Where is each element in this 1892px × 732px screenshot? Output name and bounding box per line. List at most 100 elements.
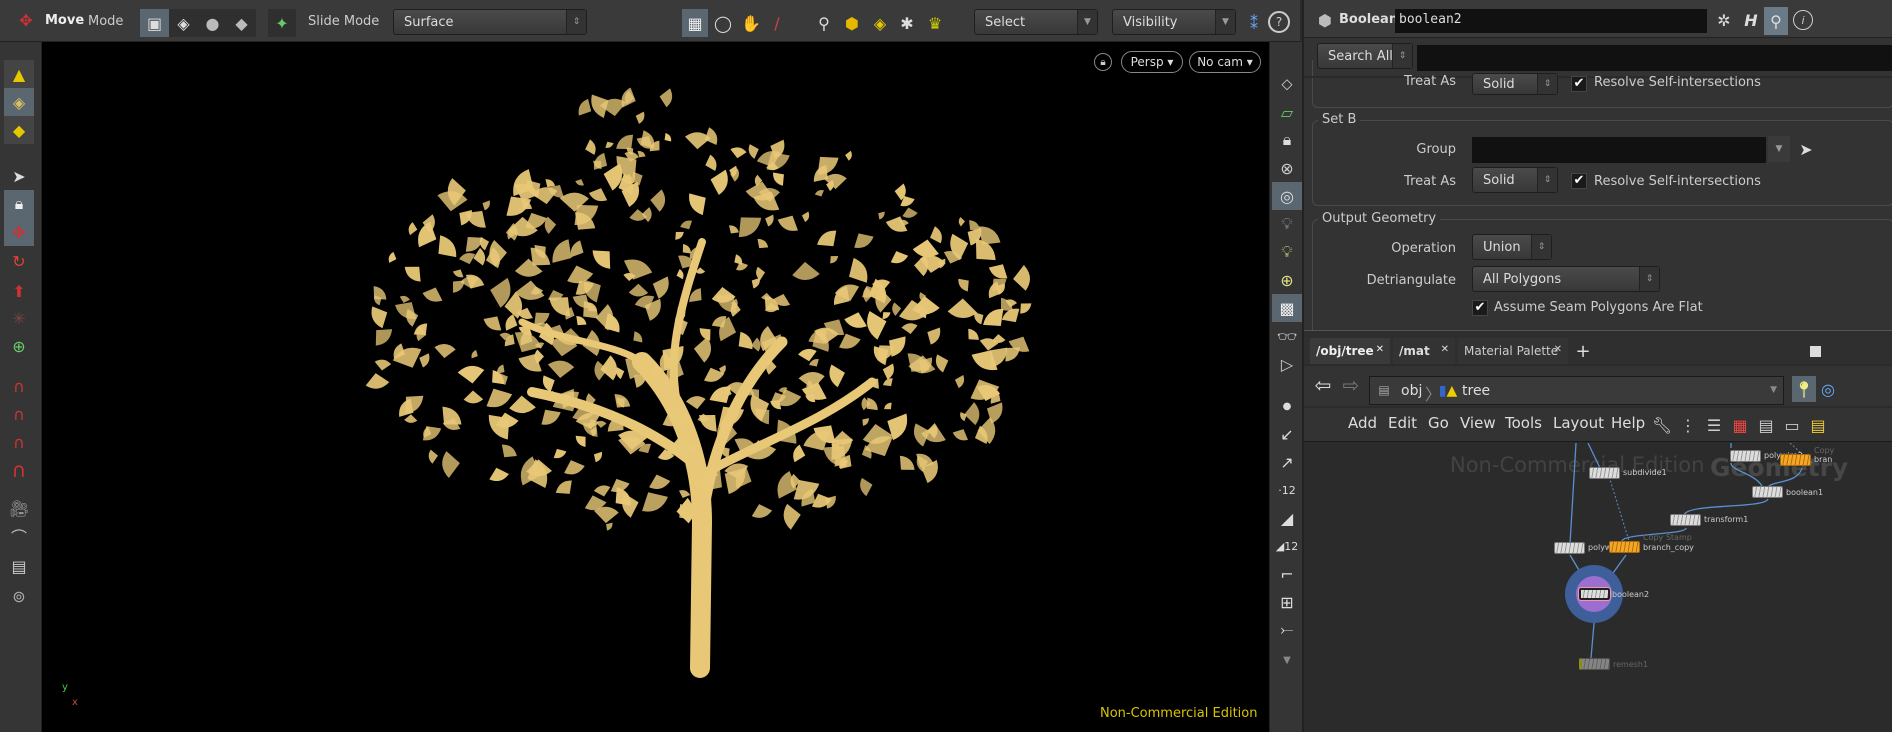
magnet-curve-icon[interactable]: ∩ [4,400,34,428]
handle-icon[interactable]: ⊕ [4,332,34,360]
point-numbers-icon[interactable]: ·12 [1272,476,1302,504]
tab-mat[interactable]: /mat ✕ [1393,338,1455,364]
sticky-note-icon[interactable]: ▤ [1808,413,1828,437]
help-icon[interactable]: ? [1268,11,1290,33]
tab-material-palette[interactable]: Material Palette ✕ [1458,338,1568,364]
select-highlight-icon[interactable]: ♛ [922,9,948,37]
node-polywire2[interactable] [1730,450,1761,462]
gear-icon[interactable]: ✲ [1712,8,1736,32]
select-arrow-icon[interactable]: ➤ [4,162,34,190]
group-input[interactable] [1472,137,1766,163]
treat-as-a-dropdown[interactable]: Solid ⇕ [1472,73,1558,95]
rotate-icon[interactable]: ↻ [4,247,34,275]
close-icon[interactable]: ✕ [1376,344,1384,355]
brush-select-icon[interactable]: ✋ [738,9,764,37]
pose-icon[interactable]: ✳ [4,304,34,332]
slide-tool-icon[interactable]: ✦ [268,9,296,37]
node-name-input[interactable]: boolean2 [1395,9,1707,33]
component-mode-icon[interactable]: ◈ [169,9,198,37]
lock-view-icon[interactable]: 🔒︎ [1272,126,1302,154]
path-obj[interactable]: obj [1401,383,1422,399]
list-view-icon[interactable]: ☰ [1704,413,1724,437]
hulls-icon[interactable]: ⌐ [1272,560,1302,588]
vectors-icon[interactable]: ⤚ [1272,616,1302,644]
resolve-b-checkbox[interactable]: ✔ [1571,173,1587,189]
construction-plane-icon[interactable]: ▱ [1272,98,1302,126]
node-subdivide1[interactable] [1589,467,1620,479]
maximize-icon[interactable] [1810,346,1821,357]
menu-view[interactable]: View [1460,414,1496,432]
display-options-icon[interactable]: ⁑ [1243,9,1265,37]
normal-light-icon[interactable]: 💡︎ [1272,238,1302,266]
node-boolean2[interactable] [1578,587,1611,601]
select-pointer-icon[interactable]: ➤ [1796,138,1816,160]
wrench-icon[interactable]: 🔧︎ [1650,413,1674,437]
shading-icon[interactable]: ◎ [1272,182,1302,210]
menu-tools[interactable]: Tools [1505,414,1542,432]
grid-icon[interactable]: ⬦ [1272,70,1302,98]
uv-icon[interactable]: ⊞ [1272,588,1302,616]
magnet-grid-icon[interactable]: ∩ [4,372,34,400]
points-icon[interactable]: ● [1272,392,1302,420]
select-contained-icon[interactable]: ◈ [868,9,892,37]
menu-edit[interactable]: Edit [1388,414,1417,432]
node-boolean1[interactable] [1752,486,1783,498]
transform-icon[interactable]: ✥ [4,218,34,246]
slide-icon[interactable]: ◆ [227,9,256,37]
prim-normals-icon[interactable]: ◢ [1272,504,1302,532]
flipbook-icon[interactable]: ⊚ [4,582,34,610]
light-off-icon[interactable]: ⊗ [1272,154,1302,182]
chevron-down-icon[interactable]: ▼ [1770,385,1777,395]
node-branch-copy[interactable] [1609,541,1640,553]
prim-numbers-icon[interactable]: ◢12 [1272,532,1302,560]
operation-dropdown[interactable]: Union ⇕ [1472,234,1552,260]
magnet-point-icon[interactable]: ∩ [4,428,34,456]
node-branch[interactable] [1780,454,1811,466]
laser-select-icon[interactable]: ∕ [766,9,788,37]
secure-select-icon[interactable]: ✱ [895,9,919,37]
forward-arrow-icon[interactable]: ⇨ [1340,372,1362,398]
tree-view-icon[interactable]: ⋮ [1678,413,1698,437]
box-select-icon[interactable]: ▦ [682,9,708,37]
headlight-icon[interactable]: 💡︎ [1272,210,1302,238]
tab-obj-tree[interactable]: /obj/tree ✕ [1310,338,1390,364]
render-icon[interactable]: ▤ [4,552,34,580]
magnet-icon[interactable]: ∩ [4,456,34,484]
group-dropdown-button[interactable]: ▼ [1768,136,1790,162]
stereo-icon[interactable]: 👓︎ [1272,322,1302,350]
shaded-mode-icon[interactable]: ▩ [1272,294,1302,322]
menu-help[interactable]: Help [1611,414,1645,432]
move-tool-icon[interactable]: ✥ [12,6,40,34]
info-icon[interactable]: i [1793,10,1813,30]
treat-as-b-dropdown[interactable]: Solid ⇕ [1472,167,1558,193]
color-palette-icon[interactable]: ▦ [1730,413,1750,437]
menu-go[interactable]: Go [1428,414,1449,432]
perspective-icon[interactable]: ⌒ [4,522,34,550]
viewport[interactable]: 🔒︎ Persp ▾ No cam ▾ y x Non-Commercial E… [42,42,1269,732]
pin-icon[interactable]: 📍︎ [1792,376,1816,402]
lock-icon[interactable]: 🔒︎ [4,190,34,218]
lock-camera-icon[interactable]: 🔒︎ [1094,53,1112,71]
network-editor[interactable]: Non-Commercial Edition Geometry subdivid… [1304,443,1892,732]
more-icon[interactable]: ▼ [1272,646,1302,674]
link-icon[interactable]: ◎ [1818,376,1838,402]
node-remesh1[interactable] [1579,658,1610,670]
select-groups-icon[interactable]: ⚲ [812,9,836,37]
network-box-icon[interactable]: ▭ [1782,413,1802,437]
detriangulate-dropdown[interactable]: All Polygons ⇕ [1472,266,1660,292]
menu-layout[interactable]: Layout [1553,414,1604,432]
stereo-video-icon[interactable]: ▷ [1272,350,1302,378]
object-select-icon[interactable]: ◆ [4,116,34,144]
visibility-dropdown[interactable]: Visibility ▼ [1112,9,1236,35]
add-tab-icon[interactable]: + [1572,340,1594,362]
pane-splitter[interactable] [1304,330,1892,338]
no-cam-button[interactable]: No cam ▾ [1189,51,1261,73]
select-visible-icon[interactable]: ⬢ [840,9,864,37]
path-field[interactable]: ▤ obj 〉 ▮ ▲ tree ▼ [1369,376,1784,405]
handle-mode-icon[interactable]: ● [198,9,227,37]
component-select-icon[interactable]: ◈ [4,88,34,116]
select-dropdown[interactable]: Select ▼ [974,9,1098,35]
shape-palette-icon[interactable]: ▤ [1756,413,1776,437]
path-tree[interactable]: tree [1462,383,1490,399]
houdini-help-icon[interactable]: H [1740,8,1762,32]
